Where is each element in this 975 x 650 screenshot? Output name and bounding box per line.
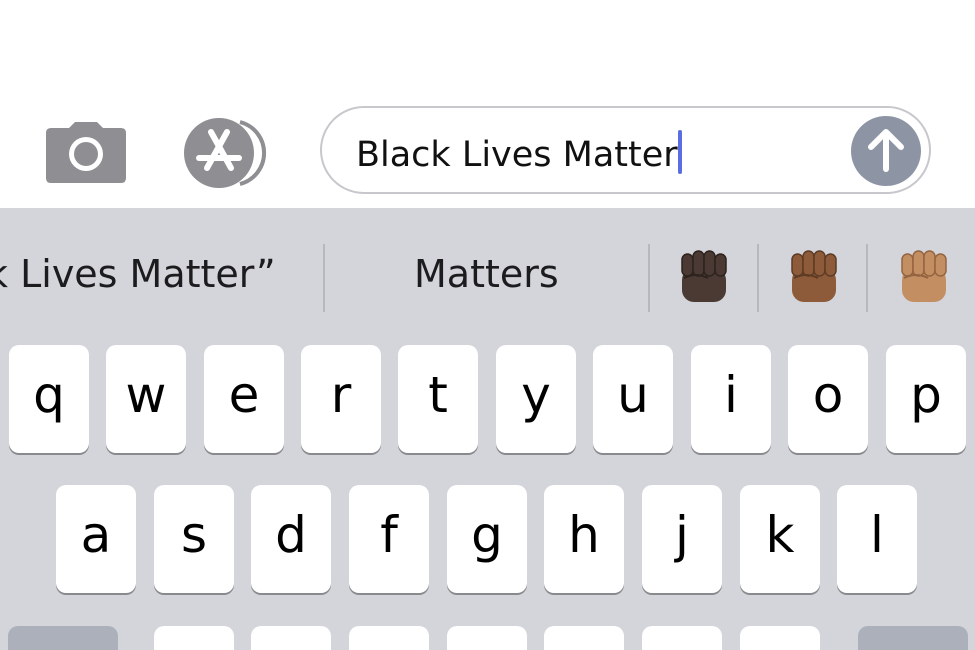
raised-fist-medium-skin-tone-icon[interactable]	[898, 248, 950, 304]
suggestion-divider	[757, 244, 759, 312]
text-cursor	[677, 130, 682, 174]
key-label: a	[80, 506, 112, 564]
delete-key[interactable]	[858, 626, 968, 650]
message-text: Black Lives Matter	[356, 130, 682, 176]
key-label: q	[33, 366, 65, 424]
key-m[interactable]	[740, 626, 820, 650]
key-label: g	[471, 506, 503, 564]
key-label: e	[228, 366, 260, 424]
key-label: y	[521, 366, 551, 424]
key-label: r	[330, 366, 352, 424]
raised-fist-dark-skin-tone-icon[interactable]	[678, 248, 730, 304]
compose-bar: Black Lives Matter	[0, 0, 975, 208]
key-r[interactable]: r	[301, 345, 381, 453]
key-i[interactable]: i	[691, 345, 771, 453]
key-label: i	[724, 366, 738, 424]
keyboard: k Lives Matter” Matters q w e r t y u i …	[0, 208, 975, 650]
key-b[interactable]	[544, 626, 624, 650]
key-j[interactable]: j	[642, 485, 722, 593]
key-z[interactable]	[154, 626, 234, 650]
key-n[interactable]	[642, 626, 722, 650]
key-label: p	[910, 366, 942, 424]
suggestion-divider	[866, 244, 868, 312]
key-o[interactable]: o	[788, 345, 868, 453]
key-p[interactable]: p	[886, 345, 966, 453]
raised-fist-medium-dark-skin-tone-icon[interactable]	[788, 248, 840, 304]
key-label: u	[617, 366, 649, 424]
message-text-value: Black Lives Matter	[356, 135, 678, 175]
suggestion-divider	[323, 244, 325, 312]
key-label: j	[675, 506, 689, 564]
key-v[interactable]	[447, 626, 527, 650]
key-label: l	[870, 506, 884, 564]
key-w[interactable]: w	[106, 345, 186, 453]
key-x[interactable]	[251, 626, 331, 650]
camera-icon	[46, 122, 126, 183]
messages-screen: Black Lives Matter k Lives Matter” Matte…	[0, 0, 975, 650]
app-store-button[interactable]	[182, 118, 276, 188]
suggestion-quoted-phrase[interactable]: k Lives Matter”	[0, 244, 276, 304]
key-label: d	[275, 506, 307, 564]
key-f[interactable]: f	[349, 485, 429, 593]
key-label: h	[568, 506, 600, 564]
shift-key[interactable]	[8, 626, 118, 650]
predictive-text-bar: k Lives Matter” Matters	[0, 208, 975, 338]
key-label: f	[380, 506, 398, 564]
key-g[interactable]: g	[447, 485, 527, 593]
key-y[interactable]: y	[496, 345, 576, 453]
key-label: o	[812, 366, 844, 424]
key-t[interactable]: t	[398, 345, 478, 453]
key-s[interactable]: s	[154, 485, 234, 593]
camera-button[interactable]	[45, 120, 127, 184]
key-label: w	[125, 366, 167, 424]
key-label: s	[180, 506, 208, 564]
key-a[interactable]: a	[56, 485, 136, 593]
key-l[interactable]: l	[837, 485, 917, 593]
app-store-icon	[184, 118, 267, 188]
send-button[interactable]	[851, 116, 921, 186]
arrow-up-icon	[868, 129, 904, 172]
key-q[interactable]: q	[9, 345, 89, 453]
key-label: k	[765, 506, 795, 564]
key-d[interactable]: d	[251, 485, 331, 593]
suggestion-divider	[648, 244, 650, 312]
key-label: t	[428, 366, 448, 424]
suggestion-word[interactable]: Matters	[414, 244, 559, 304]
key-u[interactable]: u	[593, 345, 673, 453]
key-k[interactable]: k	[740, 485, 820, 593]
key-h[interactable]: h	[544, 485, 624, 593]
key-e[interactable]: e	[204, 345, 284, 453]
key-c[interactable]	[349, 626, 429, 650]
message-input[interactable]: Black Lives Matter	[320, 106, 931, 194]
